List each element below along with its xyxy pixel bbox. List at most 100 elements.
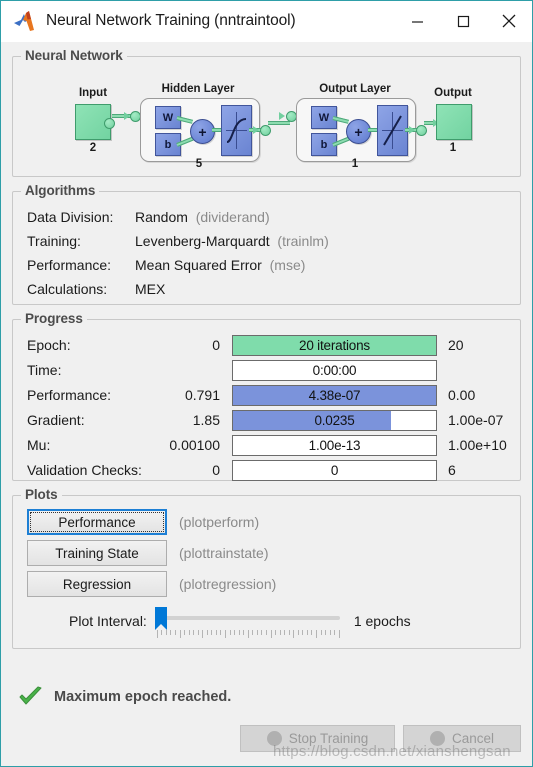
epoch-progress-bar: 20 iterations bbox=[232, 334, 437, 356]
algorithms-row-calculations: Calculations: MEX bbox=[27, 281, 165, 297]
plot-row-training-state: Training State (plottrainstate) bbox=[27, 539, 268, 567]
cancel-label: Cancel bbox=[451, 731, 495, 746]
training-value: Levenberg-Marquardt bbox=[135, 233, 270, 249]
progress-row-gradient: Gradient: 1.85 0.0235 1.00e-07 bbox=[13, 409, 520, 431]
gradient-bar-text: 0.0235 bbox=[314, 412, 355, 428]
hidden-output-node-dot bbox=[260, 125, 271, 136]
data-division-fn: (dividerand) bbox=[195, 209, 270, 225]
output-transfer-fn-block bbox=[377, 105, 408, 156]
arrow-hidden-out bbox=[253, 126, 259, 134]
stop-training-button[interactable]: Stop Training bbox=[240, 725, 395, 752]
progress-row-performance: Performance: 0.791 4.38e-07 0.00 bbox=[13, 384, 520, 406]
slider-thumb[interactable] bbox=[154, 607, 167, 630]
stop-icon bbox=[266, 731, 282, 746]
hidden-layer-label: Hidden Layer bbox=[161, 83, 235, 95]
progress-row-validation-checks: Validation Checks: 0 0 6 bbox=[13, 459, 520, 481]
cancel-button[interactable]: Cancel bbox=[403, 725, 521, 752]
plot-interval-slider[interactable] bbox=[154, 604, 340, 638]
progress-row-mu: Mu: 0.00100 1.00e-13 1.00e+10 bbox=[13, 434, 520, 456]
validation-checks-bar-text: 0 bbox=[330, 462, 339, 478]
slider-ticks bbox=[156, 630, 340, 638]
training-label: Training: bbox=[27, 233, 81, 249]
plot-interval-value: 1 epochs bbox=[353, 613, 411, 629]
mu-label: Mu: bbox=[27, 437, 51, 453]
algorithms-group: Algorithms Data Division: Random (divider… bbox=[12, 183, 521, 305]
training-state-plot-button[interactable]: Training State bbox=[27, 540, 167, 566]
dialog-content: Neural Network Input 2 Hidden Layer W b … bbox=[1, 42, 532, 676]
mu-max-value: 1.00e+10 bbox=[448, 437, 507, 453]
performance-progress-bar: 4.38e-07 bbox=[232, 384, 437, 406]
progress-group: Progress Epoch: 0 20 iterations 20 Time:… bbox=[12, 311, 521, 481]
validation-checks-label: Validation Checks: bbox=[27, 462, 142, 478]
arrow-out-layer-in bbox=[279, 112, 285, 120]
performance-value: Mean Squared Error bbox=[135, 257, 262, 273]
window-title: Neural Network Training (nntraintool) bbox=[46, 12, 296, 29]
title-bar: Neural Network Training (nntraintool) bbox=[1, 1, 532, 42]
gradient-label: Gradient: bbox=[27, 412, 85, 428]
data-division-label: Data Division: bbox=[27, 209, 114, 225]
matlab-logo-icon bbox=[13, 10, 37, 32]
calculations-value: MEX bbox=[135, 281, 166, 297]
mu-bar-text: 1.00e-13 bbox=[308, 437, 361, 453]
neural-network-group: Neural Network Input 2 Hidden Layer W b … bbox=[12, 48, 521, 177]
window-controls bbox=[394, 1, 532, 41]
green-check-icon bbox=[18, 686, 44, 708]
performance-max-value: 0.00 bbox=[448, 387, 476, 403]
gradient-max-value: 1.00e-07 bbox=[448, 412, 504, 428]
data-division-value: Random bbox=[135, 209, 188, 225]
progress-row-time: Time: 0:00:00 bbox=[13, 359, 520, 381]
plot-interval-row: Plot Interval: 1 epochs bbox=[13, 602, 520, 640]
progress-row-epoch: Epoch: 0 20 iterations 20 bbox=[13, 334, 520, 356]
stop-training-label: Stop Training bbox=[288, 731, 369, 746]
input-label: Input bbox=[78, 87, 108, 99]
performance-plot-fn: (plotperform) bbox=[179, 514, 260, 530]
epoch-max-value: 20 bbox=[448, 337, 464, 353]
status-row: Maximum epoch reached. bbox=[12, 676, 521, 708]
wire-hidden-out-b bbox=[268, 121, 290, 125]
algorithms-row-data-division: Data Division: Random (dividerand) bbox=[27, 209, 270, 225]
mu-progress-bar: 1.00e-13 bbox=[232, 434, 437, 456]
minimize-icon[interactable] bbox=[394, 1, 440, 41]
validation-checks-progress-bar: 0 bbox=[232, 459, 437, 481]
plot-row-regression: Regression (plotregression) bbox=[27, 570, 276, 598]
time-label: Time: bbox=[27, 362, 62, 378]
status-area: Maximum epoch reached. Stop Training Can… bbox=[1, 676, 532, 766]
time-bar-text: 0:00:00 bbox=[312, 362, 357, 378]
network-diagram: Input 2 Hidden Layer W b + 5 Output Laye… bbox=[13, 57, 520, 176]
algorithms-group-title: Algorithms bbox=[21, 183, 100, 198]
bottom-buttons: Stop Training Cancel bbox=[240, 725, 521, 752]
plots-group: Plots Performance (plotperform) Training… bbox=[12, 487, 521, 649]
training-fn: (trainlm) bbox=[277, 233, 329, 249]
performance-label: Performance: bbox=[27, 257, 112, 273]
performance-fn: (mse) bbox=[269, 257, 306, 273]
performance-bar-text: 4.38e-07 bbox=[308, 387, 361, 403]
output-count: 1 bbox=[449, 142, 457, 154]
regression-plot-button[interactable]: Regression bbox=[27, 571, 167, 597]
input-count: 2 bbox=[89, 142, 97, 154]
output-node-dot bbox=[416, 125, 427, 136]
performance-plot-button[interactable]: Performance bbox=[27, 509, 167, 535]
maximize-icon[interactable] bbox=[440, 1, 486, 41]
epoch-bar-text: 20 iterations bbox=[299, 337, 370, 353]
performance-min-value: 0.791 bbox=[184, 387, 220, 403]
algorithms-row-performance: Performance: Mean Squared Error (mse) bbox=[27, 257, 305, 273]
performance-progress-label: Performance: bbox=[27, 387, 112, 403]
slider-track[interactable] bbox=[156, 616, 340, 620]
hidden-transfer-fn-block bbox=[221, 105, 252, 156]
arrow-out-node bbox=[409, 126, 415, 134]
training-state-plot-fn: (plottrainstate) bbox=[179, 545, 269, 561]
plots-group-title: Plots bbox=[21, 487, 62, 502]
status-message: Maximum epoch reached. bbox=[54, 689, 232, 705]
gradient-progress-bar: 0.0235 bbox=[232, 409, 437, 431]
algorithms-row-training: Training: Levenberg-Marquardt (trainlm) bbox=[27, 233, 329, 249]
input-node-dot bbox=[104, 118, 115, 129]
progress-group-title: Progress bbox=[21, 311, 87, 326]
time-progress-bar: 0:00:00 bbox=[232, 359, 437, 381]
plot-row-performance: Performance (plotperform) bbox=[27, 508, 259, 536]
hidden-layer-count: 5 bbox=[195, 158, 203, 170]
validation-checks-min-value: 0 bbox=[212, 462, 220, 478]
calculations-label: Calculations: bbox=[27, 281, 108, 297]
nntraintool-window: Neural Network Training (nntraintool) Ne… bbox=[0, 0, 533, 767]
output-block bbox=[436, 104, 472, 140]
close-icon[interactable] bbox=[486, 1, 532, 41]
